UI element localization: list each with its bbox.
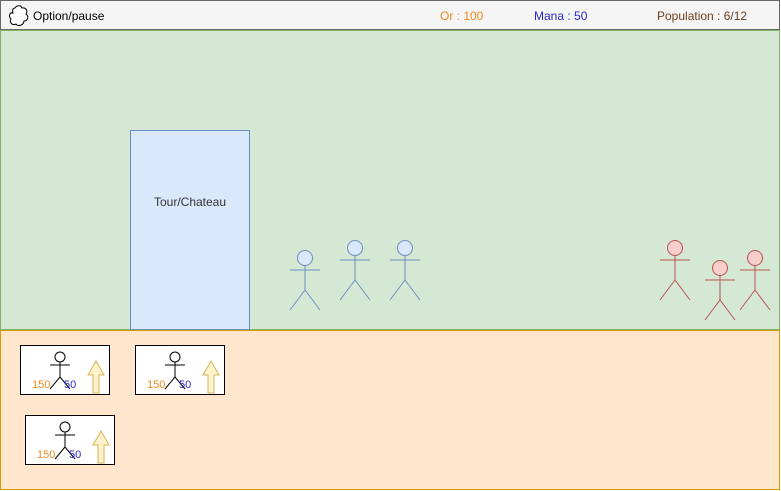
- up-arrow-icon[interactable]: [87, 360, 105, 394]
- ally-unit[interactable]: [339, 240, 373, 302]
- gold-counter: Or : 100: [440, 9, 484, 23]
- cloud-icon: [9, 5, 29, 26]
- mana-counter: Mana : 50: [534, 9, 588, 23]
- unit-card[interactable]: 150 50: [135, 345, 225, 395]
- unit-shop-panel: [0, 330, 780, 490]
- option-pause-button[interactable]: Option/pause: [9, 5, 104, 27]
- unit-card[interactable]: 150 50: [20, 345, 110, 395]
- unit-card[interactable]: 150 50: [25, 415, 115, 465]
- mana-cost: 50: [64, 379, 77, 391]
- gold-cost: 150: [32, 379, 51, 391]
- enemy-unit[interactable]: [704, 260, 738, 322]
- castle-tower[interactable]: Tour/Chateau: [130, 130, 250, 330]
- population-counter: Population : 6/12: [657, 9, 748, 23]
- up-arrow-icon[interactable]: [92, 430, 110, 464]
- ally-unit[interactable]: [289, 250, 323, 312]
- ally-unit[interactable]: [389, 240, 423, 302]
- enemy-unit[interactable]: [739, 250, 773, 312]
- mana-cost: 50: [179, 379, 192, 391]
- enemy-unit[interactable]: [659, 240, 693, 302]
- up-arrow-icon[interactable]: [202, 360, 220, 394]
- castle-label: Tour/Chateau: [153, 195, 227, 209]
- gold-cost: 150: [37, 449, 56, 461]
- option-pause-label: Option/pause: [33, 9, 105, 23]
- mana-cost: 50: [69, 449, 82, 461]
- gold-cost: 150: [147, 379, 166, 391]
- top-bar: Option/pause Or : 100 Mana : 50 Populati…: [0, 0, 780, 30]
